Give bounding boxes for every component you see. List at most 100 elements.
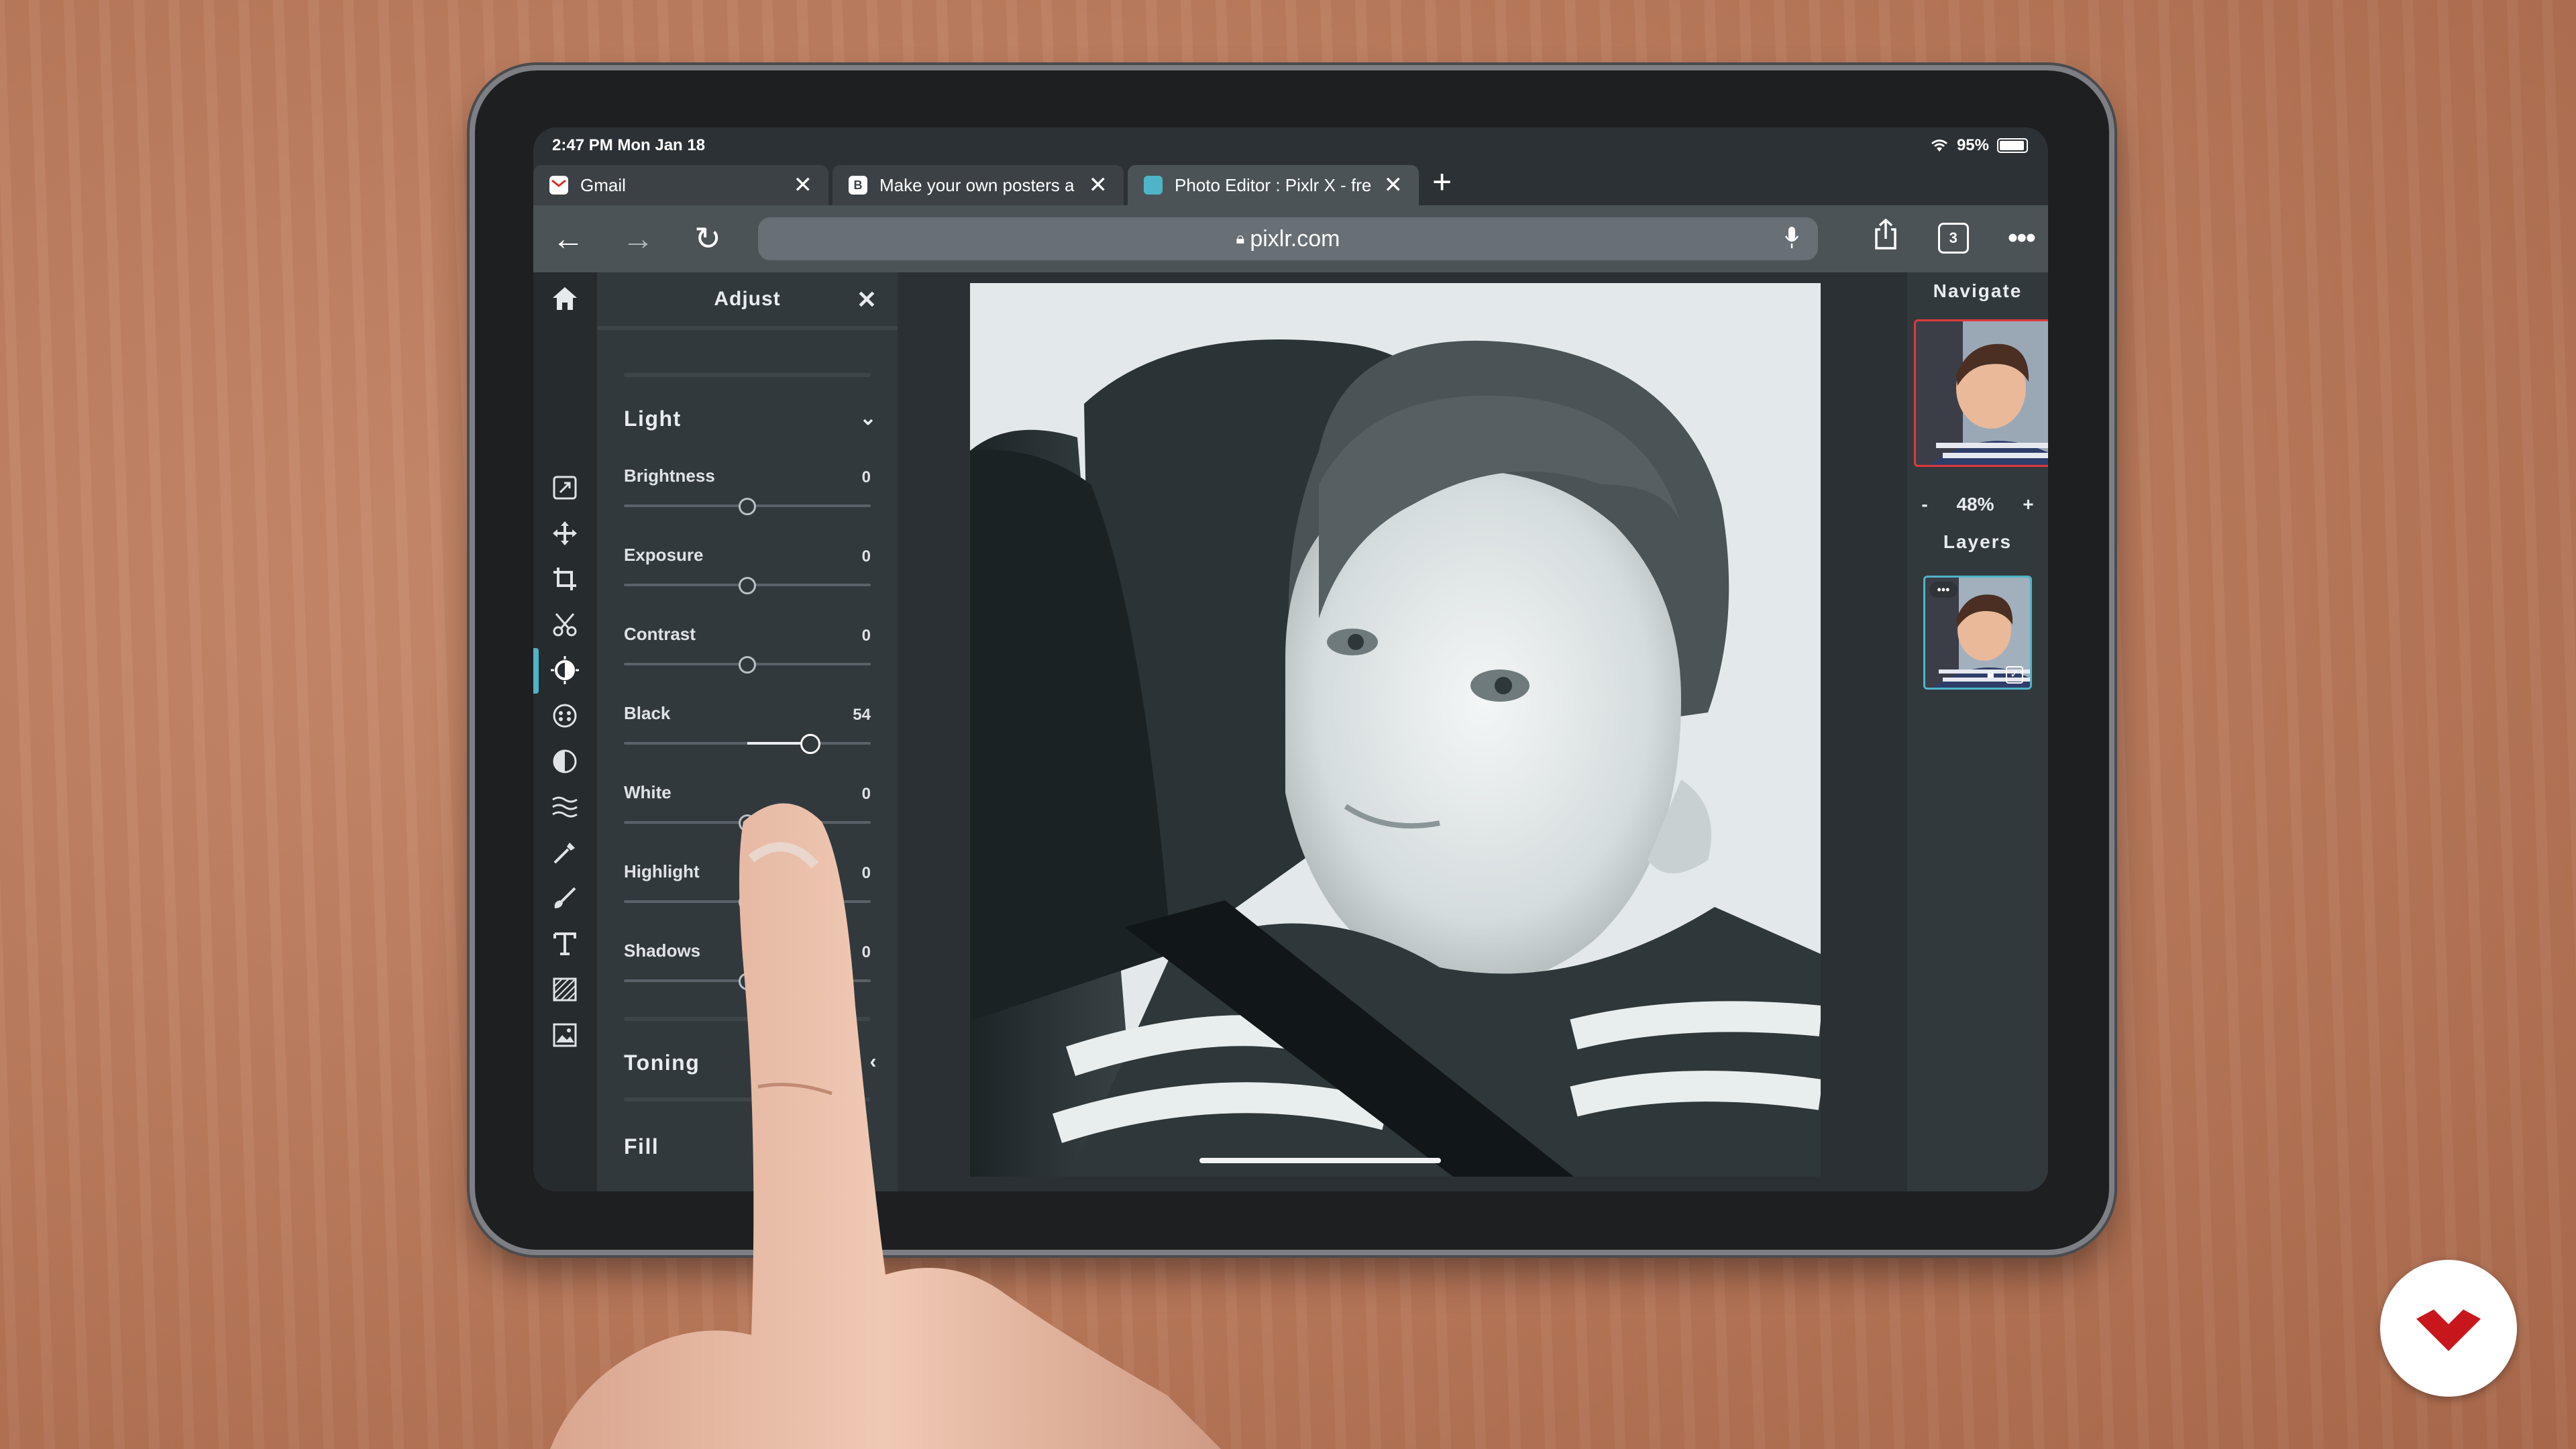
element-pattern-icon[interactable] bbox=[548, 973, 582, 1006]
url-text: pixlr.com bbox=[1250, 225, 1340, 252]
home-indicator bbox=[1199, 1158, 1441, 1163]
pixlr-icon bbox=[1144, 176, 1163, 195]
zoom-level: 48% bbox=[1956, 494, 1994, 515]
slider-label: Shadows bbox=[624, 941, 701, 961]
section-light-label: Light bbox=[624, 407, 682, 431]
add-image-icon[interactable] bbox=[548, 1018, 582, 1052]
slider-value: 0 bbox=[861, 468, 871, 486]
b-favicon-icon: B bbox=[849, 176, 867, 195]
layer-menu-icon[interactable]: ••• bbox=[1929, 582, 1957, 598]
arrange-icon[interactable] bbox=[548, 471, 582, 504]
zoom-in-button[interactable]: + bbox=[2023, 494, 2033, 515]
lock-icon: 🔒︎ bbox=[1236, 229, 1245, 248]
browser-tabs: Gmail ✕ B Make your own posters a ✕ Phot… bbox=[533, 161, 2048, 205]
tab-posters[interactable]: B Make your own posters a ✕ bbox=[833, 165, 1124, 205]
text-icon[interactable] bbox=[548, 927, 582, 961]
tab-count-button[interactable]: 3 bbox=[1937, 223, 1969, 254]
slider-value: 54 bbox=[853, 706, 871, 724]
close-icon[interactable]: ✕ bbox=[1384, 174, 1403, 197]
crop-icon[interactable] bbox=[548, 562, 582, 596]
slider-label: Contrast bbox=[624, 624, 696, 644]
status-time: 2:47 PM Mon Jan 18 bbox=[552, 136, 706, 154]
slider-value: 0 bbox=[861, 627, 871, 645]
more-icon[interactable]: ••• bbox=[2008, 221, 2036, 255]
filter-icon[interactable] bbox=[548, 699, 582, 733]
divider bbox=[624, 1097, 871, 1102]
section-toning[interactable]: Toning ‹ bbox=[624, 1051, 877, 1075]
close-icon[interactable]: ✕ bbox=[857, 286, 877, 314]
slider-handle[interactable] bbox=[739, 814, 756, 832]
microphone-icon[interactable] bbox=[1784, 225, 1799, 256]
slider-label: Black bbox=[624, 703, 671, 723]
cutout-scissors-icon[interactable] bbox=[548, 608, 582, 641]
divider bbox=[624, 1017, 871, 1021]
right-panel: Navigate - 48% + Layers ••• 🔒︎ ✓ bbox=[1907, 272, 2048, 1191]
battery-percent: 95% bbox=[1956, 136, 1989, 154]
slider-brightness[interactable]: Brightness 0 bbox=[624, 466, 871, 533]
tab-label: Make your own posters a bbox=[879, 174, 1075, 195]
tab-pixlr[interactable]: Photo Editor : Pixlr X - fre ✕ bbox=[1128, 165, 1419, 205]
slider-handle[interactable] bbox=[739, 894, 756, 911]
slider-highlight[interactable]: Highlight 0 bbox=[624, 861, 871, 928]
checkbox-icon[interactable]: ✓ bbox=[2006, 666, 2023, 684]
back-icon[interactable]: ← bbox=[533, 221, 603, 258]
ipad-screen: 2:47 PM Mon Jan 18 95% Gmail ✕ B Make yo… bbox=[533, 127, 2048, 1191]
retouch-wand-icon[interactable] bbox=[548, 836, 582, 869]
photo-image bbox=[970, 283, 1821, 1177]
slider-contrast[interactable]: Contrast 0 bbox=[624, 624, 871, 691]
slider-label: Exposure bbox=[624, 545, 704, 565]
draw-brush-icon[interactable] bbox=[548, 881, 582, 915]
share-icon[interactable] bbox=[1872, 218, 1899, 258]
slider-white[interactable]: White 0 bbox=[624, 782, 871, 849]
close-icon[interactable]: ✕ bbox=[1089, 174, 1108, 197]
battery-icon bbox=[1997, 138, 2028, 153]
slider-handle[interactable] bbox=[800, 734, 820, 754]
layer-thumbnail[interactable]: ••• 🔒︎ ✓ bbox=[1923, 576, 2032, 690]
tab-label: Gmail bbox=[580, 174, 626, 195]
section-toning-label: Toning bbox=[624, 1051, 700, 1075]
slider-value: 0 bbox=[861, 943, 871, 961]
reload-icon[interactable]: ↻ bbox=[673, 220, 743, 258]
slider-shadows[interactable]: Shadows 0 bbox=[624, 941, 871, 1008]
slider-value: 0 bbox=[861, 785, 871, 803]
close-icon[interactable]: ✕ bbox=[794, 174, 813, 197]
zoom-out-button[interactable]: - bbox=[1921, 494, 1927, 515]
slider-exposure[interactable]: Exposure 0 bbox=[624, 545, 871, 612]
address-bar[interactable]: 🔒︎ pixlr.com bbox=[758, 217, 1818, 260]
section-fill-label: Fill bbox=[624, 1134, 659, 1159]
liquify-icon[interactable] bbox=[548, 790, 582, 824]
chevron-down-icon: ⌄ bbox=[859, 407, 877, 429]
photo-canvas[interactable] bbox=[970, 283, 1821, 1177]
tab-gmail[interactable]: Gmail ✕ bbox=[533, 165, 828, 205]
logo-icon bbox=[2416, 1309, 2481, 1351]
lock-icon[interactable]: 🔒︎ bbox=[1987, 666, 1994, 682]
slider-handle[interactable] bbox=[739, 577, 756, 594]
pixlr-app: Adjust ✕ Light ⌄ Brightness 0 Exposure 0 Con… bbox=[533, 272, 2048, 1191]
section-fill[interactable]: Fill bbox=[624, 1134, 877, 1159]
slider-black[interactable]: Black 54 bbox=[624, 703, 871, 770]
slider-handle[interactable] bbox=[739, 973, 756, 990]
home-icon[interactable] bbox=[548, 282, 582, 315]
forward-icon[interactable]: → bbox=[603, 221, 673, 258]
channel-logo bbox=[2380, 1260, 2517, 1397]
slider-handle[interactable] bbox=[739, 656, 756, 674]
slider-handle[interactable] bbox=[739, 498, 756, 515]
move-icon[interactable] bbox=[548, 517, 582, 550]
slider-label: White bbox=[624, 782, 672, 802]
layers-title: Layers bbox=[1943, 531, 2012, 552]
zoom-controls: - 48% + bbox=[1907, 494, 2048, 515]
chevron-left-icon: ‹ bbox=[869, 1051, 877, 1073]
wifi-icon bbox=[1931, 140, 1947, 152]
section-light[interactable]: Light ⌄ bbox=[624, 407, 877, 431]
adjust-icon[interactable] bbox=[548, 653, 582, 687]
status-bar: 2:47 PM Mon Jan 18 95% bbox=[533, 127, 2048, 161]
panel-title: Adjust bbox=[714, 288, 781, 310]
navigate-title: Navigate bbox=[1933, 280, 2023, 301]
browser-toolbar: ← → ↻ 🔒︎ pixlr.com 3 ••• bbox=[533, 205, 2048, 272]
new-tab-button[interactable]: + bbox=[1432, 162, 1452, 201]
navigate-thumbnail[interactable] bbox=[1914, 319, 2048, 467]
effect-icon[interactable] bbox=[548, 745, 582, 778]
adjust-panel: Adjust ✕ Light ⌄ Brightness 0 Exposure 0 Con… bbox=[597, 272, 898, 1191]
active-tool-indicator bbox=[533, 648, 539, 694]
canvas-area[interactable] bbox=[898, 272, 1949, 1191]
